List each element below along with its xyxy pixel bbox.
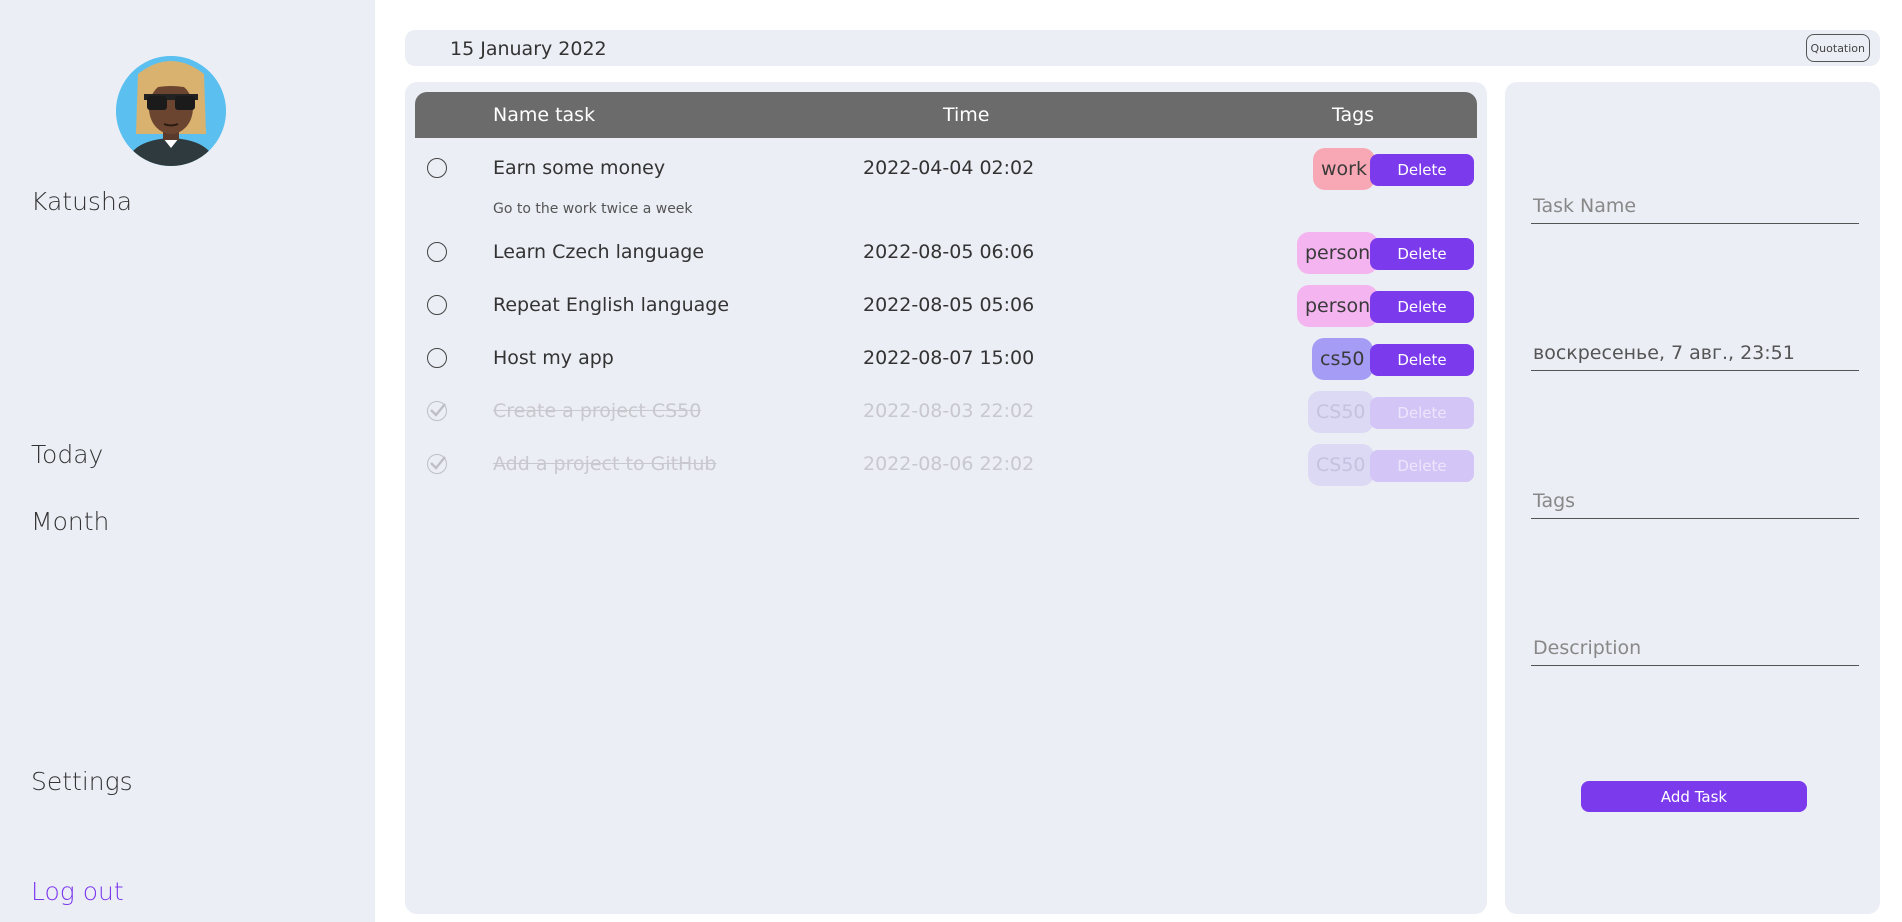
datetime-input[interactable] [1531,335,1859,371]
task-row-completed: Add a project to GitHub 2022-08-06 22:02… [415,439,1477,492]
delete-button[interactable]: Delete [1370,291,1474,323]
task-row: Earn some money 2022-04-04 02:02 work De… [415,143,1477,196]
task-row: Learn Czech language 2022-08-05 06:06 pe… [415,227,1477,280]
header-tags: Tags [1332,104,1375,126]
task-checkbox[interactable] [427,295,447,315]
task-table-header: Name task Time Tags [415,92,1477,138]
task-time: 2022-08-05 06:06 [863,241,1035,263]
task-checkbox-checked[interactable] [427,454,447,474]
task-time: 2022-04-04 02:02 [863,157,1035,179]
task-row: Host my app 2022-08-07 15:00 cs50 Delete [415,333,1477,386]
task-row-completed: Create a project CS50 2022-08-03 22:02 C… [415,386,1477,439]
date-bar: 15 January 2022 Quotation [405,30,1880,66]
user-avatar [116,56,226,166]
sidebar: Katusha Today Month Settings Log out [0,0,375,922]
task-name: Earn some money [493,157,666,179]
task-name-input[interactable] [1531,188,1859,224]
username: Katusha [31,187,133,216]
nav-settings[interactable]: Settings [31,767,133,796]
quotation-button[interactable]: Quotation [1805,34,1870,62]
nav-today[interactable]: Today [31,440,103,469]
task-tag: cs50 [1312,338,1373,380]
task-checkbox[interactable] [427,242,447,262]
task-name: Host my app [493,347,614,369]
tags-input[interactable] [1531,483,1859,519]
task-checkbox[interactable] [427,348,447,368]
task-name: Repeat English language [493,294,730,316]
task-tag: person [1297,285,1379,327]
task-name: Add a project to GitHub [493,453,717,475]
delete-button[interactable]: Delete [1370,344,1474,376]
task-description: Go to the work twice a week [493,201,693,217]
task-name: Learn Czech language [493,241,705,263]
task-time: 2022-08-07 15:00 [863,347,1035,369]
delete-button[interactable]: Delete [1370,154,1474,186]
delete-button[interactable]: Delete [1370,450,1474,482]
task-time: 2022-08-03 22:02 [863,400,1035,422]
add-task-button[interactable]: Add Task [1581,781,1807,812]
task-tag: person [1297,232,1379,274]
avatar-illustration [116,56,226,166]
header-time: Time [943,104,990,126]
task-checkbox[interactable] [427,158,447,178]
task-checkbox-checked[interactable] [427,401,447,421]
task-tag: work [1313,148,1375,190]
task-tag: CS50 [1308,391,1374,433]
nav-month[interactable]: Month [31,507,109,536]
task-time: 2022-08-05 05:06 [863,294,1035,316]
checkmark-icon [430,403,446,417]
task-time: 2022-08-06 22:02 [863,453,1035,475]
task-name: Create a project CS50 [493,400,702,422]
delete-button[interactable]: Delete [1370,397,1474,429]
delete-button[interactable]: Delete [1370,238,1474,270]
add-task-form: Add Task [1505,82,1880,914]
task-row: Repeat English language 2022-08-05 05:06… [415,280,1477,333]
nav-logout[interactable]: Log out [31,877,124,906]
task-tag: CS50 [1308,444,1374,486]
checkmark-icon [430,456,446,470]
task-list-panel: Name task Time Tags Earn some money 2022… [405,82,1487,914]
header-name-task: Name task [493,104,596,126]
current-date: 15 January 2022 [450,38,607,60]
description-input[interactable] [1531,630,1859,666]
